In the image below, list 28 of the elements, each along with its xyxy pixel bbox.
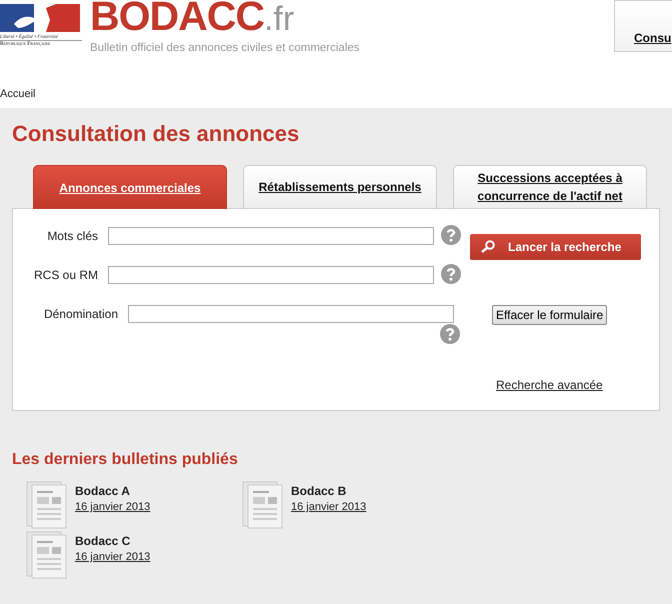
top-tab[interactable]: Consu [614,0,672,52]
help-icon[interactable] [441,225,461,245]
input-field[interactable] [108,227,434,245]
tab[interactable]: Successions acceptées à concurrence de l'actif net [453,165,647,208]
search-icon [480,240,496,254]
help-icon[interactable] [440,324,460,344]
page-title: Consultation des annonces [12,120,300,148]
site-logo[interactable]: BODACC.fr [90,0,294,42]
advanced-search-link[interactable]: Recherche avancée [496,378,603,392]
field-label: RCS ou RM [32,267,99,284]
bulletin-name: Bodacc B [291,483,348,499]
clear-button[interactable]: Effacer le formulaire [492,305,608,325]
breadcrumb-link[interactable]: Accueil [0,88,36,108]
bulletin-date-link[interactable]: 16 janvier 2013 [75,549,150,565]
field-label: Mots clés [46,228,99,245]
bulletin-date-link[interactable]: 16 janvier 2013 [75,499,150,515]
bulletin-name: Bodacc C [75,533,132,549]
section-title: Les derniers bulletins publiés [12,450,239,470]
tab[interactable]: Annonces commerciales [33,165,227,209]
field-label: Dénomination [42,306,119,323]
input-field[interactable] [128,305,454,323]
help-icon[interactable] [441,264,461,284]
tab[interactable]: Rétablissements personnels [243,165,437,208]
bulletin-date-link[interactable]: 16 janvier 2013 [291,499,366,515]
site-tagline: Bulletin officiel des annonces civiles et commerciales [90,42,360,54]
bulletin-name: Bodacc A [75,483,131,499]
search-button[interactable]: Lancer la recherche [470,234,641,260]
input-field[interactable] [108,266,434,284]
